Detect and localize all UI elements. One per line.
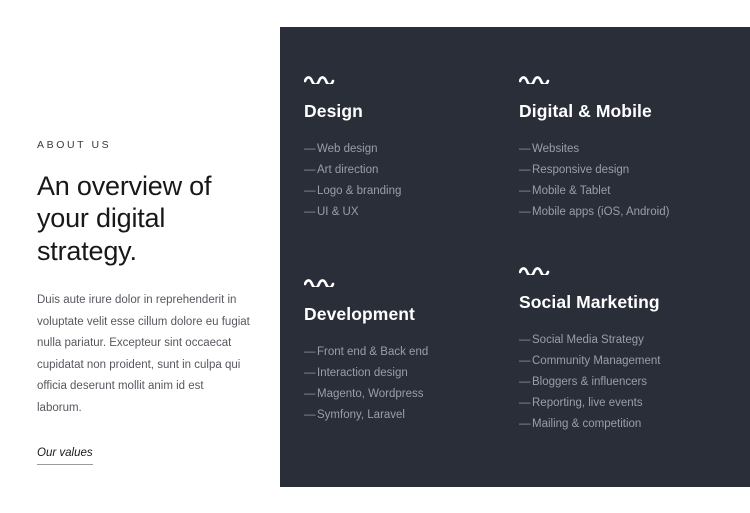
list-item-label: Community Management [532, 355, 661, 367]
intro-column: ABOUT US An overview of your digital str… [37, 139, 251, 466]
dash-icon: — [304, 367, 316, 379]
about-us-section: ABOUT US An overview of your digital str… [0, 0, 750, 513]
service-title: Social Marketing [519, 292, 660, 312]
list-item-label: Art direction [317, 164, 379, 176]
list-item[interactable]: — Symfony, Laravel [304, 405, 519, 426]
list-item-label: Mailing & competition [532, 418, 642, 430]
dash-icon: — [519, 376, 531, 388]
dash-icon: — [304, 206, 316, 218]
dash-icon: — [519, 185, 531, 197]
list-item[interactable]: — Websites [519, 139, 750, 160]
service-list: — Web design — Art direction — Logo & br… [304, 139, 519, 223]
section-eyebrow: ABOUT US [37, 139, 112, 151]
list-item[interactable]: — Web design [304, 139, 519, 160]
list-item[interactable]: — Mailing & competition [519, 414, 750, 435]
list-item[interactable]: — Mobile & Tablet [519, 181, 750, 202]
service-list: — Front end & Back end — Interaction des… [304, 342, 519, 426]
dash-icon: — [519, 206, 531, 218]
wavy-line-icon [304, 278, 336, 287]
wavy-line-icon [519, 75, 551, 84]
service-block-development: Development — Front end & Back end — Int… [304, 278, 519, 426]
list-item-label: Magento, Wordpress [317, 388, 424, 400]
list-item-label: Bloggers & influencers [532, 376, 648, 388]
dash-icon: — [304, 164, 316, 176]
list-item[interactable]: — Social Media Strategy [519, 330, 750, 351]
dash-icon: — [304, 409, 316, 421]
dash-icon: — [519, 355, 531, 367]
list-item-label: Interaction design [317, 367, 408, 379]
list-item-label: Front end & Back end [317, 346, 429, 358]
list-item-label: Web design [317, 143, 378, 155]
intro-paragraph: Duis aute irure dolor in reprehenderit i… [37, 294, 250, 414]
page-title: An overview of your digital strategy. [37, 170, 212, 267]
list-item-label: UI & UX [317, 206, 359, 218]
list-item[interactable]: — Bloggers & influencers [519, 372, 750, 393]
dash-icon: — [519, 334, 531, 346]
service-title: Digital & Mobile [519, 101, 652, 121]
our-values-link[interactable]: Our values [37, 447, 93, 466]
list-item[interactable]: — Front end & Back end [304, 342, 519, 363]
services-panel: Design — Web design — Art direction — Lo… [280, 27, 750, 487]
list-item[interactable]: — Mobile apps (iOS, Android) [519, 202, 750, 223]
service-title: Design [304, 101, 363, 121]
service-block-digital-mobile: Digital & Mobile — Websites — Responsive… [519, 75, 750, 223]
list-item[interactable]: — Interaction design [304, 363, 519, 384]
dash-icon: — [519, 397, 531, 409]
service-list: — Websites — Responsive design — Mobile … [519, 139, 750, 223]
list-item-label: Mobile & Tablet [532, 185, 611, 197]
list-item-label: Reporting, live events [532, 397, 643, 409]
service-block-social-marketing: Social Marketing — Social Media Strategy… [519, 266, 750, 435]
wavy-line-icon [304, 75, 336, 84]
dash-icon: — [304, 346, 316, 358]
list-item[interactable]: — Community Management [519, 351, 750, 372]
dash-icon: — [304, 388, 316, 400]
list-item[interactable]: — Art direction [304, 160, 519, 181]
list-item[interactable]: — Magento, Wordpress [304, 384, 519, 405]
list-item[interactable]: — UI & UX [304, 202, 519, 223]
dash-icon: — [304, 185, 316, 197]
list-item[interactable]: — Logo & branding [304, 181, 519, 202]
dash-icon: — [519, 418, 531, 430]
dash-icon: — [304, 143, 316, 155]
list-item-label: Social Media Strategy [532, 334, 644, 346]
list-item-label: Responsive design [532, 164, 630, 176]
service-list: — Social Media Strategy — Community Mana… [519, 330, 750, 435]
service-title: Development [304, 304, 415, 324]
wavy-line-icon [519, 266, 551, 275]
dash-icon: — [519, 143, 531, 155]
list-item-label: Symfony, Laravel [317, 409, 405, 421]
list-item[interactable]: — Responsive design [519, 160, 750, 181]
list-item-label: Websites [532, 143, 580, 155]
dash-icon: — [519, 164, 531, 176]
list-item[interactable]: — Reporting, live events [519, 393, 750, 414]
list-item-label: Logo & branding [317, 185, 402, 197]
services-grid: Design — Web design — Art direction — Lo… [280, 27, 750, 487]
list-item-label: Mobile apps (iOS, Android) [532, 206, 670, 218]
service-block-design: Design — Web design — Art direction — Lo… [304, 75, 519, 223]
